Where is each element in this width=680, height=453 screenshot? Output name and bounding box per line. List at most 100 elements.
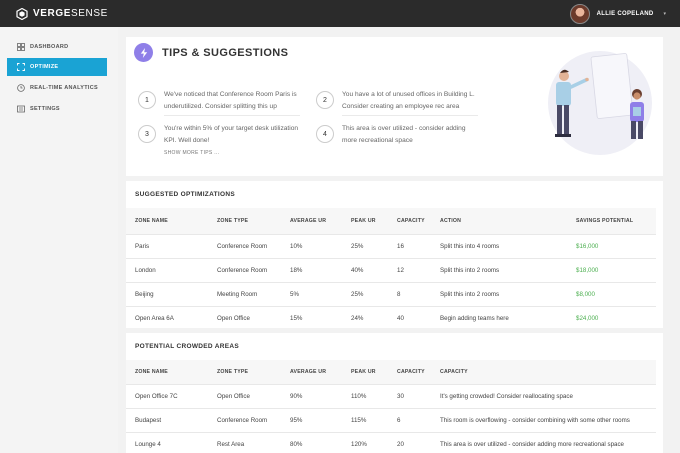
column-header[interactable]: CAPACITY	[388, 208, 431, 234]
presentation-illustration	[548, 51, 652, 155]
peak-ur-cell: 40%	[342, 257, 388, 282]
section-divider	[126, 176, 663, 181]
sidebar-item-label: REAL-TIME ANALYTICS	[30, 85, 98, 91]
action-cell: Begin adding teams here	[431, 305, 567, 330]
column-header[interactable]: AVERAGE UR	[281, 208, 342, 234]
table-row[interactable]: Lounge 4 Rest Area 80% 120% 20 This area…	[126, 431, 656, 453]
peak-ur-cell: 25%	[342, 281, 388, 306]
tip-item: 1 We've noticed that Conference Room Par…	[138, 89, 300, 116]
column-header[interactable]: AVERAGE UR	[281, 360, 342, 384]
capacity-cell: 20	[388, 431, 431, 453]
column-header[interactable]: ZONE NAME	[126, 208, 208, 234]
top-bar: VERGESENSE ALLIE COPELAND ▾	[0, 0, 680, 27]
sidebar-item-settings[interactable]: SETTINGS	[7, 100, 107, 118]
table-row[interactable]: Budapest Conference Room 95% 115% 6 This…	[126, 407, 656, 432]
sidebar-item-optimize[interactable]: OPTIMIZE	[7, 58, 107, 76]
clock-icon	[17, 84, 25, 92]
average-ur-cell: 80%	[281, 431, 342, 453]
column-header[interactable]: CAPACITY	[431, 360, 656, 384]
settings-icon	[17, 105, 25, 113]
tip-text: You're within 5% of your target desk uti…	[164, 125, 299, 144]
average-ur-cell: 10%	[281, 233, 342, 258]
zone-name-cell: Beijing	[126, 281, 208, 306]
sidebar: DASHBOARD OPTIMIZE REAL-TIME ANALYTICS S…	[0, 27, 118, 453]
brand-logo[interactable]: VERGESENSE	[16, 7, 108, 20]
tip-number: 2	[316, 91, 334, 109]
column-header[interactable]: ZONE TYPE	[208, 208, 281, 234]
show-more-tips-link[interactable]: SHOW MORE TIPS ...	[164, 150, 219, 156]
tip-item: 4 This area is over utilized - consider …	[316, 123, 478, 149]
user-name: ALLIE COPELAND	[596, 10, 654, 17]
capacity-cell: 40	[388, 305, 431, 330]
hexagon-logo-icon	[16, 7, 28, 20]
chevron-down-icon[interactable]: ▾	[663, 11, 666, 17]
capacity-cell: 6	[388, 407, 431, 432]
section-divider	[126, 328, 663, 333]
savings-cell: $18,000	[567, 257, 656, 282]
zone-type-cell: Conference Room	[208, 257, 281, 282]
crowded-areas-table: ZONE NAME ZONE TYPE AVERAGE UR PEAK UR C…	[126, 360, 656, 453]
section-title-crowded-areas: POTENTIAL CROWDED AREAS	[135, 343, 240, 350]
user-menu[interactable]: ALLIE COPELAND ▾	[569, 0, 666, 27]
tip-number: 3	[138, 125, 156, 143]
zone-name-cell: Open Office 7C	[126, 383, 208, 408]
average-ur-cell: 15%	[281, 305, 342, 330]
peak-ur-cell: 120%	[342, 431, 388, 453]
brand-name: VERGESENSE	[33, 8, 108, 19]
savings-cell: $24,000	[567, 305, 656, 330]
recommendation-cell: This area is over utilized - consider ad…	[431, 431, 656, 453]
savings-cell: $16,000	[567, 233, 656, 258]
average-ur-cell: 90%	[281, 383, 342, 408]
column-header[interactable]: SAVINGS POTENTIAL	[567, 208, 656, 234]
zone-type-cell: Open Office	[208, 305, 281, 330]
lightning-bolt-icon	[134, 43, 153, 62]
sidebar-item-real-time-analytics[interactable]: REAL-TIME ANALYTICS	[7, 79, 107, 97]
action-cell: Split this into 4 rooms	[431, 233, 567, 258]
capacity-cell: 8	[388, 281, 431, 306]
zone-type-cell: Rest Area	[208, 431, 281, 453]
table-row[interactable]: Open Office 7C Open Office 90% 110% 30 I…	[126, 383, 656, 408]
sidebar-item-label: SETTINGS	[30, 106, 60, 112]
column-header[interactable]: ACTION	[431, 208, 567, 234]
sidebar-item-label: OPTIMIZE	[30, 64, 59, 70]
table-row[interactable]: Beijing Meeting Room 5% 25% 8 Split this…	[126, 281, 656, 306]
zone-type-cell: Conference Room	[208, 233, 281, 258]
column-header[interactable]: CAPACITY	[388, 360, 431, 384]
avatar[interactable]	[569, 3, 590, 24]
zone-name-cell: Lounge 4	[126, 431, 208, 453]
tips-header: TIPS & SUGGESTIONS	[134, 43, 288, 62]
zone-name-cell: London	[126, 257, 208, 282]
zone-name-cell: Open Area 6A	[126, 305, 208, 330]
zone-type-cell: Open Office	[208, 383, 281, 408]
column-header[interactable]: PEAK UR	[342, 208, 388, 234]
main-panel: TIPS & SUGGESTIONS 1 We've noticed that …	[126, 37, 663, 453]
table-row[interactable]: London Conference Room 18% 40% 12 Split …	[126, 257, 656, 282]
dashboard-icon	[17, 43, 25, 51]
tip-text: You have a lot of unused offices in Buil…	[342, 89, 478, 116]
table-row[interactable]: Open Area 6A Open Office 15% 24% 40 Begi…	[126, 305, 656, 330]
peak-ur-cell: 24%	[342, 305, 388, 330]
section-title-optimizations: SUGGESTED OPTIMIZATIONS	[135, 191, 235, 198]
table-row[interactable]: Paris Conference Room 10% 25% 16 Split t…	[126, 233, 656, 258]
average-ur-cell: 18%	[281, 257, 342, 282]
table-header-row: ZONE NAME ZONE TYPE AVERAGE UR PEAK UR C…	[126, 208, 656, 234]
zone-type-cell: Meeting Room	[208, 281, 281, 306]
column-header[interactable]: PEAK UR	[342, 360, 388, 384]
zone-name-cell: Budapest	[126, 407, 208, 432]
sidebar-item-dashboard[interactable]: DASHBOARD	[7, 38, 107, 56]
tip-item: 3 You're within 5% of your target desk u…	[138, 123, 300, 149]
table-header-row: ZONE NAME ZONE TYPE AVERAGE UR PEAK UR C…	[126, 360, 656, 384]
column-header[interactable]: ZONE TYPE	[208, 360, 281, 384]
action-cell: Split this into 2 rooms	[431, 281, 567, 306]
recommendation-cell: It's getting crowded! Consider reallocat…	[431, 383, 656, 408]
column-header[interactable]: ZONE NAME	[126, 360, 208, 384]
sidebar-item-label: DASHBOARD	[30, 44, 69, 50]
optimizations-table: ZONE NAME ZONE TYPE AVERAGE UR PEAK UR C…	[126, 208, 656, 330]
page-title: TIPS & SUGGESTIONS	[162, 46, 289, 59]
tip-number: 4	[316, 125, 334, 143]
tip-text: This area is over utilized - consider ad…	[342, 125, 466, 144]
capacity-cell: 16	[388, 233, 431, 258]
tip-text: We've noticed that Conference Room Paris…	[164, 89, 300, 116]
peak-ur-cell: 110%	[342, 383, 388, 408]
peak-ur-cell: 115%	[342, 407, 388, 432]
